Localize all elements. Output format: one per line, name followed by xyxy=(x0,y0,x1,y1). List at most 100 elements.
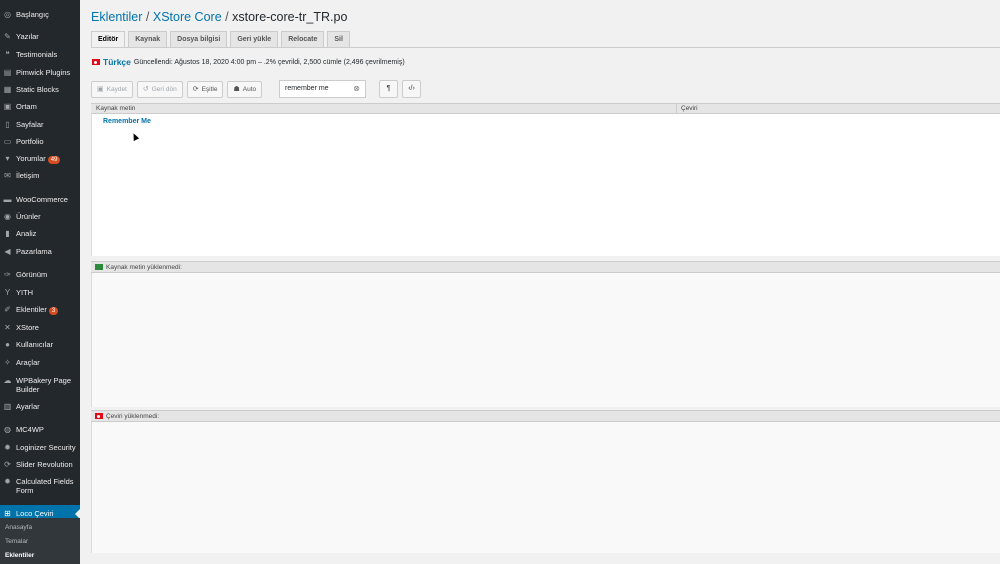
column-translation-header[interactable]: Çeviri xyxy=(681,105,698,112)
sidebar-item-analiz[interactable]: ▮ Analiz xyxy=(0,229,80,238)
sidebar-item-pazarlama[interactable]: ◀ Pazarlama xyxy=(0,247,80,256)
filter-input[interactable]: remember me ⊗ xyxy=(279,80,366,98)
sidebar-item-label: Ayarlar xyxy=(16,402,40,411)
quote-icon: ❝ xyxy=(5,50,10,59)
woo-icon: ▬ xyxy=(3,195,12,204)
sidebar-item-label: WooCommerce xyxy=(16,195,68,204)
sidebar-item-label: Yorumlar 49 xyxy=(16,154,61,164)
tabs-divider xyxy=(91,47,1000,48)
source-status-label: Kaynak metin yüklenmedi: xyxy=(106,263,182,271)
users-icon: ● xyxy=(5,340,10,349)
sidebar-item-label: İletişim xyxy=(16,171,40,180)
sidebar-item-yazılar[interactable]: ✎ Yazılar xyxy=(0,32,80,41)
sidebar-item-i-letişim[interactable]: ✉ İletişim xyxy=(0,171,80,180)
sidebar-item-ayarlar[interactable]: ▥ Ayarlar xyxy=(0,402,80,411)
sidebar-item-araçlar[interactable]: ✧ Araçlar xyxy=(0,358,80,367)
marketing-icon: ◀ xyxy=(4,247,11,256)
sidebar-item-wpbakery-page-builder[interactable]: ☁ WPBakery Page Builder xyxy=(0,376,80,394)
breadcrumb-xstore-core-link[interactable]: XStore Core xyxy=(153,10,222,24)
sidebar-item-kullanıcılar[interactable]: ● Kullanıcılar xyxy=(0,340,80,349)
sidebar-item-label: Slider Revolution xyxy=(16,460,73,469)
sidebar-item-label: YITH xyxy=(16,288,34,297)
tab-restore[interactable]: Geri yükle xyxy=(230,31,279,47)
sidebar-item-eklentiler[interactable]: ✐ Eklentiler 3 xyxy=(0,305,80,315)
filter-value: remember me xyxy=(285,85,329,92)
column-source-header[interactable]: Kaynak metin xyxy=(96,105,135,112)
blocks-icon: ▦ xyxy=(3,85,12,94)
appearance-icon: ✑ xyxy=(4,270,11,279)
robot-icon: ☗ xyxy=(233,86,240,93)
sidebar-item-label: Sayfalar xyxy=(16,120,44,129)
sidebar-item-sayfalar[interactable]: ▯ Sayfalar xyxy=(0,120,80,129)
sidebar-item-woocommerce[interactable]: ▬ WooCommerce xyxy=(0,195,80,204)
sidebar-item-label: Static Blocks xyxy=(16,85,59,94)
auto-label: Auto xyxy=(242,85,257,93)
sidebar-item-label: XStore xyxy=(16,323,39,332)
sidebar-item-ürünler[interactable]: ◉ Ürünler xyxy=(0,212,80,221)
toggle-invisibles-button[interactable]: ¶ xyxy=(379,80,398,98)
clear-icon[interactable]: ⊗ xyxy=(353,81,360,97)
revert-button[interactable]: ↺ Geri dön xyxy=(136,80,183,98)
breadcrumb-separator: / xyxy=(225,10,229,24)
strings-grid: Remember Me xyxy=(91,114,1000,256)
wpbakery-icon: ☁ xyxy=(3,376,12,385)
sidebar-item-label: Başlangıç xyxy=(16,10,49,19)
sidebar-item-label: Yazılar xyxy=(16,32,39,41)
save-button[interactable]: ▣ Kaydet xyxy=(91,80,133,98)
sidebar-item-label: Testimonials xyxy=(16,50,58,59)
sidebar-item-slider-revolution[interactable]: ⟳ Slider Revolution xyxy=(0,460,80,469)
sidebar-item-xstore[interactable]: ✕ XStore xyxy=(0,323,80,332)
auto-translate-button[interactable]: ☗ Auto xyxy=(227,80,263,98)
submenu-item-temalar[interactable]: Temalar xyxy=(5,538,28,545)
tab-relocate[interactable]: Relocate xyxy=(281,31,325,47)
sidebar-item-label: Görünüm xyxy=(16,270,48,279)
translation-status: Türkçe Güncellendi: Ağustos 18, 2020 4:0… xyxy=(92,57,405,67)
count-badge: 3 xyxy=(48,307,59,315)
translation-text-pane[interactable] xyxy=(91,422,1000,553)
sidebar-item-yith[interactable]: Y YITH xyxy=(0,288,80,297)
revert-label: Geri dön xyxy=(151,85,177,93)
calc-icon: ✹ xyxy=(4,477,11,486)
media-icon: ▣ xyxy=(3,102,12,111)
sidebar-item-yorumlar[interactable]: ▾ Yorumlar 49 xyxy=(0,154,80,164)
table-row[interactable]: Remember Me xyxy=(103,118,151,125)
mail-icon: ✉ xyxy=(4,171,11,180)
tab-editor[interactable]: Editör xyxy=(91,31,126,47)
sidebar-item-calculated-fields-form[interactable]: ✹ Calculated Fields Form xyxy=(0,477,80,495)
sidebar-item-label: Pimwick Plugins xyxy=(16,68,71,77)
tab-file-info[interactable]: Dosya bilgisi xyxy=(170,31,228,47)
source-text-pane[interactable] xyxy=(91,273,1000,407)
status-text: Güncellendi: Ağustos 18, 2020 4:00 pm – … xyxy=(133,58,405,66)
language-name[interactable]: Türkçe xyxy=(103,57,131,67)
sidebar-item-başlangıç[interactable]: ◎ Başlangıç xyxy=(0,10,80,19)
english-flag-icon xyxy=(95,264,103,270)
sync-button[interactable]: ⟳ Eşitle xyxy=(186,80,224,98)
xstore-icon: ✕ xyxy=(4,323,11,332)
comments-icon: ▾ xyxy=(5,154,10,163)
sidebar-item-static-blocks[interactable]: ▦ Static Blocks xyxy=(0,85,80,94)
tab-source[interactable]: Kaynak xyxy=(128,31,168,47)
tools-icon: ✧ xyxy=(4,358,11,367)
breadcrumb: Eklentiler / XStore Core / xstore-core-t… xyxy=(91,10,347,24)
breadcrumb-plugins-link[interactable]: Eklentiler xyxy=(91,10,142,24)
sidebar-item-mc4wp[interactable]: ◍ MC4WP xyxy=(0,425,80,434)
plugins-icon: ✐ xyxy=(4,305,11,314)
sidebar-item-testimonials[interactable]: ❝ Testimonials xyxy=(0,50,80,59)
sidebar-item-label: MC4WP xyxy=(16,425,44,434)
sidebar-item-ortam[interactable]: ▣ Ortam xyxy=(0,102,80,111)
sidebar-item-label: Analiz xyxy=(16,229,37,238)
sidebar-item-loginizer-security[interactable]: ✹ Loginizer Security xyxy=(0,443,80,452)
submenu-item-eklentiler[interactable]: Eklentiler xyxy=(5,552,34,559)
sidebar-item-label: Portfolio xyxy=(16,137,44,146)
sidebar-item-label: Araçlar xyxy=(16,358,40,367)
count-badge: 49 xyxy=(47,156,61,164)
pages-icon: ▯ xyxy=(5,120,10,129)
submenu-item-anasayfa[interactable]: Anasayfa xyxy=(5,524,32,531)
sidebar-item-pimwick-plugins[interactable]: ▤ Pimwick Plugins xyxy=(0,68,80,77)
toggle-code-view-button[interactable]: ‹/› xyxy=(402,80,421,98)
sidebar-item-portfolio[interactable]: ▭ Portfolio xyxy=(0,137,80,146)
sync-icon: ⟳ xyxy=(192,86,199,93)
sidebar-item-görünüm[interactable]: ✑ Görünüm xyxy=(0,270,80,279)
tab-delete[interactable]: Sil xyxy=(327,31,350,47)
sidebar-item-label: Eklentiler 3 xyxy=(16,305,59,315)
